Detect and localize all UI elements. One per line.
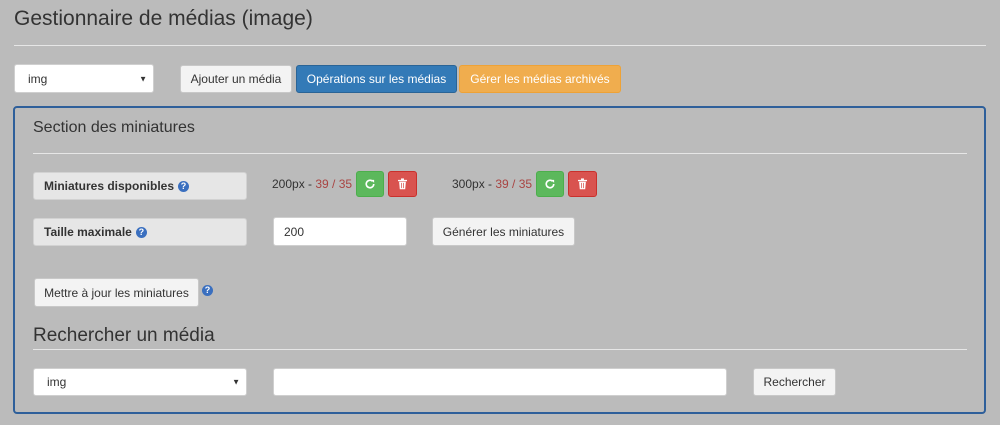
refresh-icon xyxy=(545,179,555,189)
available-thumbnails-text: Miniatures disponibles xyxy=(44,179,175,193)
max-size-input[interactable]: 200 xyxy=(273,217,407,246)
question-circle-icon[interactable]: ? xyxy=(202,285,213,296)
search-divider xyxy=(33,349,967,350)
thumbnail-size-200: 200px - 39 / 35 xyxy=(272,177,352,191)
thumbnail-separator: - xyxy=(304,177,316,191)
search-section-title: Rechercher un média xyxy=(33,325,215,346)
refresh-300-button[interactable] xyxy=(536,171,564,197)
media-type-select[interactable]: img ▼ xyxy=(14,64,154,93)
thumbnails-divider xyxy=(33,153,967,154)
thumbnail-count: 39 / 35 xyxy=(495,177,533,191)
archived-media-button[interactable]: Gérer les médias archivés xyxy=(459,65,621,93)
max-size-value: 200 xyxy=(284,224,305,239)
thumbnail-count: 39 / 35 xyxy=(315,177,353,191)
trash-icon xyxy=(398,178,407,190)
add-media-button[interactable]: Ajouter un média xyxy=(180,65,292,93)
available-thumbnails-label: Miniatures disponibles ? xyxy=(33,172,247,200)
question-circle-icon[interactable]: ? xyxy=(178,180,190,192)
max-size-label: Taille maximale ? xyxy=(33,218,247,246)
search-type-select[interactable]: img ▼ xyxy=(33,368,247,396)
search-input[interactable] xyxy=(273,368,727,396)
thumbnails-section-title: Section des miniatures xyxy=(33,119,195,136)
thumbnail-size-300: 300px - 39 / 35 xyxy=(452,177,532,191)
question-circle-icon[interactable]: ? xyxy=(135,226,147,238)
refresh-icon xyxy=(365,179,375,189)
refresh-200-button[interactable] xyxy=(356,171,384,197)
generate-thumbnails-button[interactable]: Générer les miniatures xyxy=(432,217,575,246)
thumbnail-size-label: 200px xyxy=(272,177,305,191)
trash-icon xyxy=(578,178,587,190)
search-type-select-value: img xyxy=(47,375,67,389)
thumbnail-separator: - xyxy=(484,177,496,191)
delete-200-button[interactable] xyxy=(388,171,417,197)
media-type-select-value: img xyxy=(28,71,48,86)
max-size-text: Taille maximale xyxy=(44,225,132,239)
caret-down-icon: ▼ xyxy=(139,74,147,83)
header-divider xyxy=(14,45,986,46)
thumbnail-size-label: 300px xyxy=(452,177,485,191)
search-button[interactable]: Rechercher xyxy=(753,368,836,396)
update-thumbnails-button[interactable]: Mettre à jour les miniatures xyxy=(34,278,199,307)
delete-300-button[interactable] xyxy=(568,171,597,197)
media-operations-button[interactable]: Opérations sur les médias xyxy=(296,65,457,93)
page-title: Gestionnaire de médias (image) xyxy=(14,7,313,30)
caret-down-icon: ▼ xyxy=(232,377,240,387)
